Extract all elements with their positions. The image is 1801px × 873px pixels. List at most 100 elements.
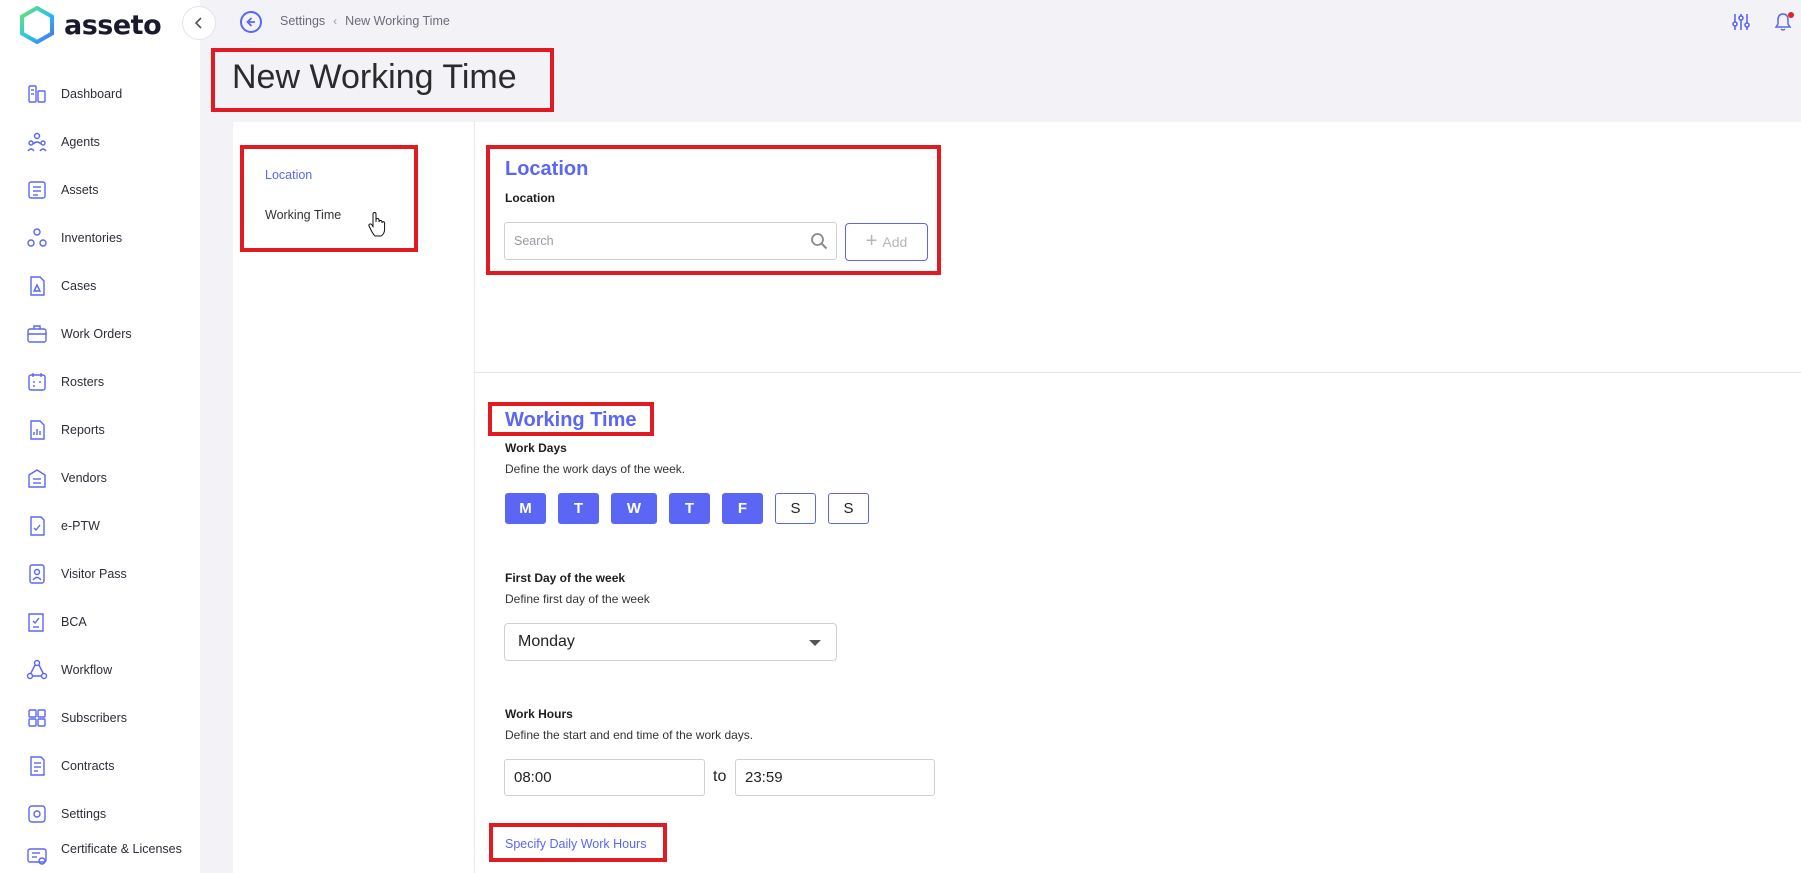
sidebar-item-label: Settings xyxy=(61,806,107,821)
sidebar-item-vendors[interactable]: Vendors xyxy=(0,454,200,502)
top-bar: Settings ‹ New Working Time xyxy=(200,0,1801,44)
sidebar-item-label: Visitor Pass xyxy=(61,566,127,581)
sidebar-item-label: Certificate & Licenses xyxy=(61,842,182,856)
sidebar-item-contracts[interactable]: Contracts xyxy=(0,742,200,790)
sidebar-item-label: Cases xyxy=(61,278,97,293)
work-hours-help: Define the start and end time of the wor… xyxy=(505,728,754,742)
visitor-pass-icon xyxy=(29,564,45,584)
back-button[interactable] xyxy=(240,11,262,33)
sidebar-item-bca[interactable]: BCA xyxy=(0,598,200,646)
sidebar-item-rosters[interactable]: Rosters xyxy=(0,358,200,406)
day-toggle-3[interactable]: T xyxy=(669,493,710,524)
sidebar-item-certificate[interactable]: Certificate & Licenses xyxy=(0,838,200,873)
subscribers-icon xyxy=(28,709,46,727)
day-toggle-6[interactable]: S xyxy=(828,493,869,524)
page-title: New Working Time xyxy=(232,58,517,96)
location-search-field[interactable] xyxy=(504,222,837,260)
sidebar-item-visitor-pass[interactable]: Visitor Pass xyxy=(0,550,200,598)
work-days-help: Define the work days of the week. xyxy=(505,462,686,476)
day-toggle-4[interactable]: F xyxy=(722,493,763,524)
sidebar-item-label: Subscribers xyxy=(61,710,127,725)
day-toggle-0[interactable]: M xyxy=(505,493,546,524)
notifications-button[interactable] xyxy=(1771,10,1795,34)
first-day-label: First Day of the week xyxy=(505,571,626,585)
workflow-icon xyxy=(26,659,48,680)
reports-icon xyxy=(30,420,45,440)
start-time-value: 08:00 xyxy=(514,769,552,786)
work-days-picker: MTWTFSS xyxy=(505,493,869,524)
sidebar-item-workflow[interactable]: Workflow xyxy=(0,646,200,694)
sidebar-item-cases[interactable]: Cases xyxy=(0,262,200,310)
work-orders-icon xyxy=(27,325,47,343)
end-time-input[interactable]: 23:59 xyxy=(735,759,935,796)
sidebar-item-agents[interactable]: Agents xyxy=(0,118,200,166)
sidebar-item-dashboard[interactable]: Dashboard xyxy=(0,70,200,118)
add-location-button[interactable]: + Add xyxy=(845,223,928,261)
sidebar-item-label: Inventories xyxy=(61,230,123,245)
sidebar-item-work-orders[interactable]: Work Orders xyxy=(0,310,200,358)
day-toggle-5[interactable]: S xyxy=(775,493,816,524)
filter-sliders-button[interactable] xyxy=(1729,10,1753,34)
cases-icon xyxy=(30,276,45,296)
sidebar-item-assets[interactable]: Assets xyxy=(0,166,200,214)
start-time-input[interactable]: 08:00 xyxy=(504,759,705,796)
location-section-title: Location xyxy=(505,158,589,180)
sidebar-item-label: e-PTW xyxy=(61,518,100,533)
sidebar-item-eptw[interactable]: e-PTW xyxy=(0,502,200,550)
hand-cursor-icon xyxy=(368,212,386,237)
sidebar-item-label: BCA xyxy=(61,614,87,629)
working-time-section-title: Working Time xyxy=(505,409,637,431)
assets-icon xyxy=(28,181,46,199)
section-nav-location[interactable]: Location xyxy=(265,168,312,182)
sidebar: asseto Dashboard Agents Assets Inventories C… xyxy=(0,0,200,873)
settings-icon xyxy=(28,805,46,823)
certificate-icon xyxy=(27,848,47,865)
app-name: asseto xyxy=(64,9,162,41)
sidebar-item-label: Assets xyxy=(61,182,99,197)
bca-icon xyxy=(28,613,44,632)
caret-down-icon xyxy=(809,640,821,646)
day-toggle-2[interactable]: W xyxy=(611,493,657,524)
sidebar-item-reports[interactable]: Reports xyxy=(0,406,200,454)
work-days-label: Work Days xyxy=(505,441,567,455)
location-search-input[interactable] xyxy=(514,234,794,248)
section-divider xyxy=(474,372,1801,373)
sidebar-nav: Dashboard Agents Assets Inventories Cases Wor… xyxy=(0,70,200,873)
sidebar-item-label: Vendors xyxy=(61,470,107,485)
vendors-icon xyxy=(28,469,46,488)
sidebar-item-inventories[interactable]: Inventories xyxy=(0,214,200,262)
location-field-label: Location xyxy=(505,191,555,205)
sidebar-item-subscribers[interactable]: Subscribers xyxy=(0,694,200,742)
breadcrumb-current: New Working Time xyxy=(345,14,450,28)
sidebar-item-label: Work Orders xyxy=(61,326,132,341)
app-logo[interactable]: asseto xyxy=(20,6,162,44)
sidebar-item-label: Dashboard xyxy=(61,86,123,101)
eptw-icon xyxy=(30,516,45,536)
day-toggle-1[interactable]: T xyxy=(558,493,599,524)
section-nav-working-time[interactable]: Working Time xyxy=(265,208,341,222)
inventories-icon xyxy=(27,228,47,247)
chevron-left-icon xyxy=(194,17,202,29)
end-time-value: 23:59 xyxy=(745,769,783,786)
specify-daily-work-hours-link[interactable]: Specify Daily Work Hours xyxy=(505,837,646,851)
breadcrumb-separator-icon: ‹ xyxy=(333,14,338,28)
first-day-select[interactable]: Monday xyxy=(504,623,837,661)
sidebar-item-label: Contracts xyxy=(61,758,115,773)
search-icon[interactable] xyxy=(810,232,828,250)
contracts-icon xyxy=(30,756,45,776)
asseto-logo-icon xyxy=(20,6,54,44)
breadcrumb-settings[interactable]: Settings xyxy=(280,14,325,28)
work-hours-label: Work Hours xyxy=(505,707,573,721)
sidebar-item-label: Agents xyxy=(61,134,100,149)
sidebar-item-label: Workflow xyxy=(61,662,113,677)
sidebar-item-label: Rosters xyxy=(61,374,105,389)
first-day-help: Define first day of the week xyxy=(505,592,650,606)
dashboard-icon xyxy=(28,85,46,103)
arrow-left-icon xyxy=(246,17,255,27)
collapse-sidebar-button[interactable] xyxy=(182,6,216,40)
sidebar-item-settings[interactable]: Settings xyxy=(0,790,200,838)
plus-icon: + xyxy=(865,230,878,252)
notification-dot xyxy=(1788,12,1794,18)
sidebar-item-label: Reports xyxy=(61,422,105,437)
sliders-icon xyxy=(1732,14,1750,30)
